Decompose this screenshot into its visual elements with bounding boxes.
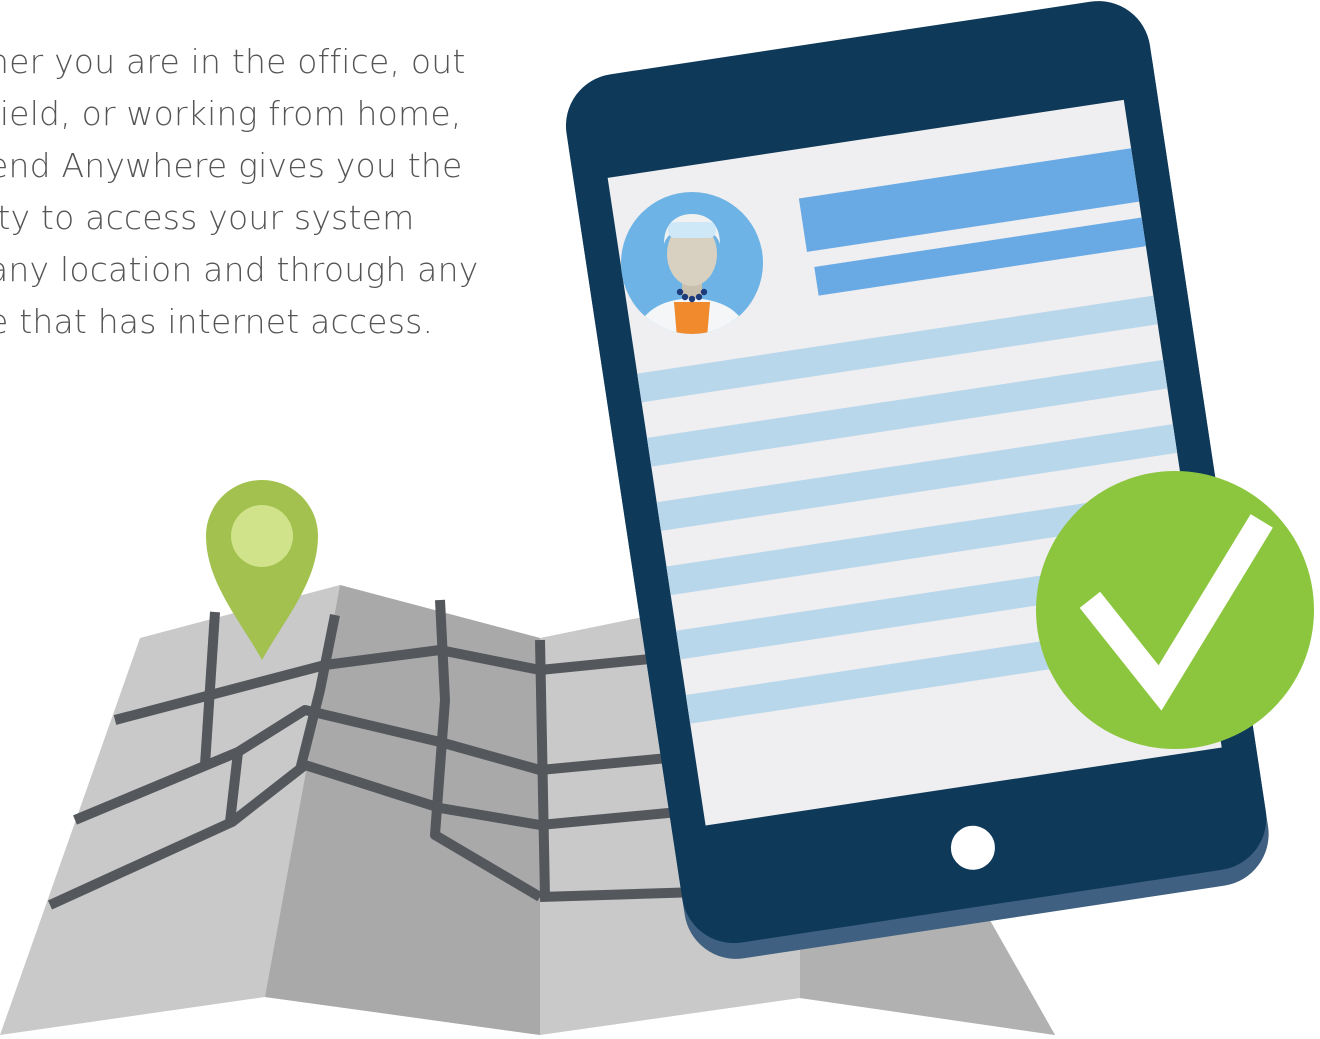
- pin-dot: [231, 505, 293, 567]
- avatar-hairnet: [668, 222, 716, 238]
- illustration: [0, 1, 1314, 1035]
- checkmark-icon: [1036, 471, 1314, 749]
- check-badge: [1036, 471, 1314, 749]
